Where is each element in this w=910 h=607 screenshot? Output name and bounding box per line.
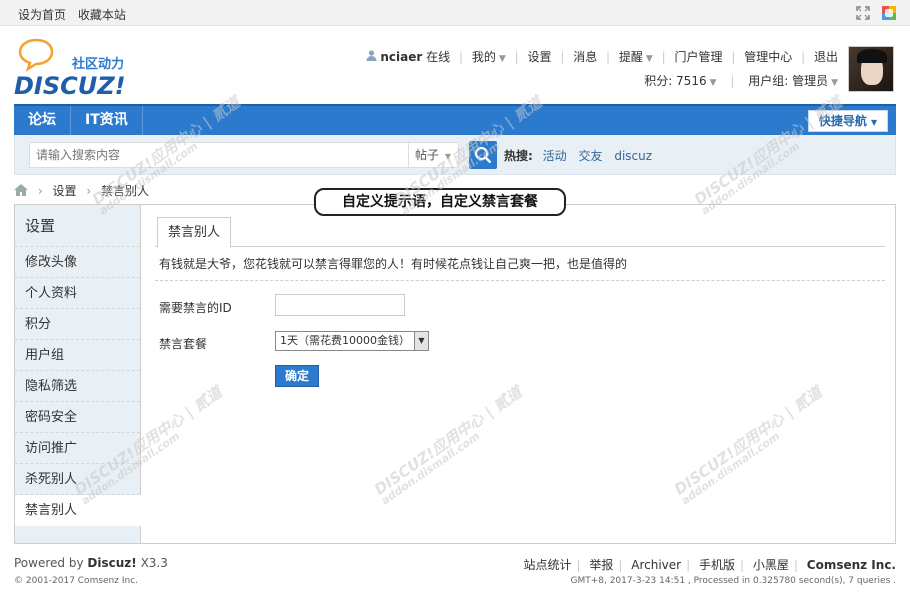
footer-link-report[interactable]: 举报: [589, 558, 613, 572]
sidebar-item-avatar[interactable]: 修改头像: [15, 247, 140, 278]
sidebar-item-usergroup[interactable]: 用户组: [15, 340, 140, 371]
hot-tag[interactable]: 活动: [543, 149, 567, 163]
sidebar-title: 设置: [15, 205, 140, 247]
submit-button[interactable]: 确定: [275, 365, 319, 387]
ban-plan-select[interactable]: 1天（需花费10000金钱） ▼: [275, 331, 429, 351]
fullscreen-icon[interactable]: [856, 5, 870, 20]
settings-sidebar: 设置 修改头像 个人资料 积分 用户组 隐私筛选 密码安全 访问推广 杀死别人 …: [15, 205, 141, 543]
search-input[interactable]: [29, 142, 409, 168]
footer-powered: Powered by Discuz! X3.3: [14, 556, 168, 570]
search-button[interactable]: [469, 141, 497, 169]
footer-brand-link[interactable]: Discuz!: [87, 556, 136, 570]
colorful-app-icon[interactable]: [882, 5, 896, 20]
ban-id-label: 需要禁言的ID: [159, 301, 232, 315]
logo-tagline: 社区动力: [71, 56, 124, 72]
top-icons: [848, 5, 896, 20]
logo-brand: DISCUZ!: [14, 72, 126, 98]
top-bar: 设为首页 收藏本站: [0, 0, 910, 26]
ban-plan-label: 禁言套餐: [159, 337, 208, 351]
caret-down-icon: ▼: [831, 78, 838, 88]
breadcrumb-current: 禁言别人: [100, 184, 149, 198]
hot-searches: 热搜: 活动 交友 discuz: [504, 147, 660, 164]
menu-logout[interactable]: 退出: [814, 50, 838, 64]
set-home-link[interactable]: 设为首页: [18, 8, 66, 22]
hot-tag[interactable]: 交友: [578, 149, 602, 163]
main-panel: 设置 修改头像 个人资料 积分 用户组 隐私筛选 密码安全 访问推广 杀死别人 …: [14, 204, 896, 544]
ban-plan-value: 1天（需花费10000金钱）: [280, 334, 410, 347]
footer-link-stats[interactable]: 站点统计: [523, 558, 571, 572]
user-bar: nciaer 在线 | 我的 ▼ | 设置 | 消息 | 提醒 ▼ | 门户管理 |…: [366, 48, 838, 90]
caret-down-icon: ▼: [709, 78, 717, 88]
footer-company-link[interactable]: Comsenz Inc.: [807, 558, 896, 572]
nav-it-news[interactable]: IT资讯: [71, 106, 143, 135]
ban-id-input[interactable]: [275, 294, 405, 316]
footer-link-mobile[interactable]: 手机版: [699, 558, 735, 572]
footer-links: 站点统计 | 举报 | Archiver | 手机版 | 小黑屋 | Comsenz In…: [523, 558, 896, 572]
footer-copyright: © 2001-2017 Comsenz Inc.: [14, 576, 139, 586]
username[interactable]: nciaer: [380, 50, 422, 64]
person-icon: [366, 50, 381, 64]
credits[interactable]: 积分: 7516: [644, 74, 706, 88]
user-group[interactable]: 用户组: 管理员: [748, 74, 828, 88]
search-type-select[interactable]: 帖子 ▼: [409, 142, 459, 168]
hot-tag[interactable]: discuz: [614, 149, 652, 163]
avatar[interactable]: [848, 46, 894, 92]
caret-down-icon: ▼: [498, 54, 506, 64]
home-icon[interactable]: [14, 184, 32, 198]
discuz-logo[interactable]: 社区动力 DISCUZ!: [14, 36, 144, 100]
tab-ban[interactable]: 禁言别人: [157, 217, 232, 248]
footer-link-archiver[interactable]: Archiver: [631, 558, 681, 572]
menu-messages[interactable]: 消息: [573, 50, 597, 64]
sidebar-item-promotion[interactable]: 访问推广: [15, 433, 140, 464]
menu-admin-center[interactable]: 管理中心: [744, 50, 792, 64]
sidebar-item-credits[interactable]: 积分: [15, 309, 140, 340]
sidebar-item-ban[interactable]: 禁言别人: [15, 495, 141, 526]
breadcrumb-settings[interactable]: 设置: [52, 184, 76, 198]
ban-form-area: 禁言别人 有钱就是大爷，您花钱就可以禁言得罪您的人！有时候花点钱让自己爽一把，也…: [155, 205, 885, 543]
sidebar-item-privacy[interactable]: 隐私筛选: [15, 371, 140, 402]
online-status: 在线: [426, 50, 451, 64]
tab-bar: 禁言别人: [155, 217, 885, 248]
quick-nav-button[interactable]: 快捷导航 ▼: [808, 110, 888, 132]
sidebar-item-security[interactable]: 密码安全: [15, 402, 140, 433]
menu-reminders[interactable]: 提醒: [619, 50, 643, 64]
search-bar: 帖子 ▼ 热搜: 活动 交友 discuz: [14, 135, 896, 175]
search-icon: [469, 146, 497, 172]
menu-my[interactable]: 我的: [472, 50, 496, 64]
menu-settings[interactable]: 设置: [527, 50, 551, 64]
nav-forum[interactable]: 论坛: [14, 106, 71, 135]
sidebar-item-profile[interactable]: 个人资料: [15, 278, 140, 309]
sidebar-item-kill[interactable]: 杀死别人: [15, 464, 140, 495]
footer-link-blacklist[interactable]: 小黑屋: [753, 558, 789, 572]
top-links: 设为首页 收藏本站: [18, 6, 134, 23]
chevron-down-icon[interactable]: ▼: [414, 332, 428, 350]
ban-tip: 有钱就是大爷，您花钱就可以禁言得罪您的人！有时候花点钱让自己爽一把，也是值得的: [155, 257, 885, 281]
hot-label: 热搜:: [504, 149, 533, 163]
footer-meta: GMT+8, 2017-3-23 14:51 , Processed in 0.…: [570, 576, 896, 586]
main-nav: 论坛 IT资讯 快捷导航 ▼: [14, 104, 896, 135]
breadcrumb: › 设置 › 禁言别人: [14, 182, 149, 199]
callout-annotation: 自定义提示语，自定义禁言套餐: [314, 188, 566, 216]
bookmark-link[interactable]: 收藏本站: [78, 8, 126, 22]
menu-portal-admin[interactable]: 门户管理: [675, 50, 723, 64]
caret-down-icon: ▼: [645, 54, 653, 64]
